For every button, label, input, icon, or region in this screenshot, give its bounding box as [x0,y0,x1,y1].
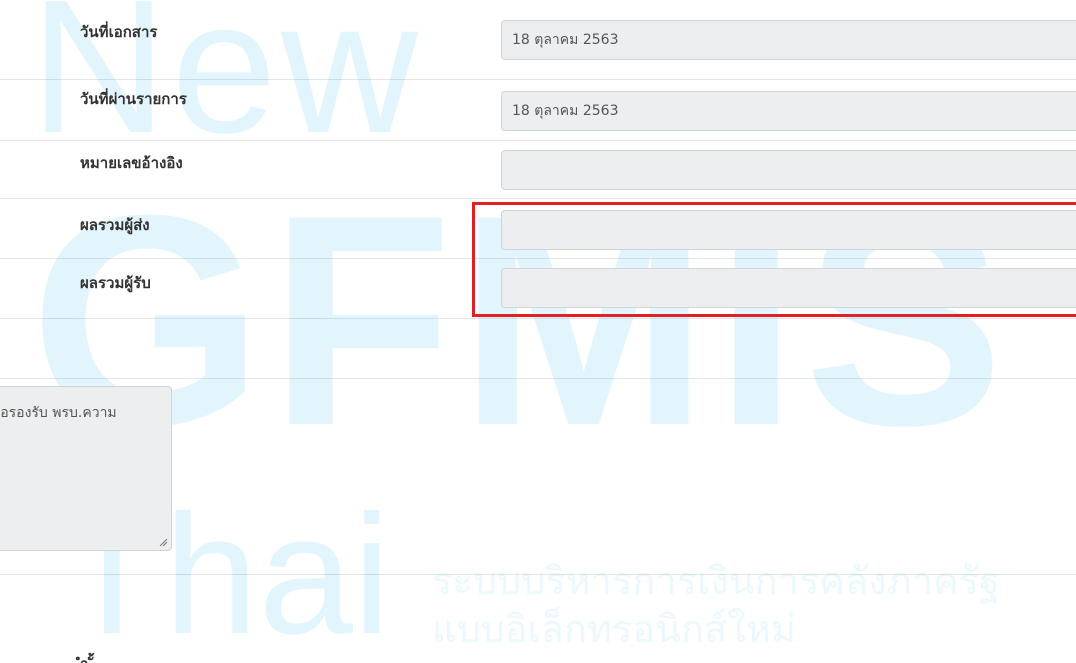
highlight-annotation-box [472,202,1076,317]
reference-number-field[interactable] [501,150,1076,190]
posting-date-field[interactable] [501,91,1076,131]
receiver-total-label: ผลรวมผู้รับ [80,274,151,292]
reference-number-label: หมายเลขอ้างอิง [80,154,183,172]
watermark-subtitle-line2: แบบอิเล็กทรอนิกส์ใหม่ [432,609,796,651]
form-page: New GFMIS Thai ระบบบริหารการเงินการคลังภ… [0,0,1076,663]
watermark-subtitle-line1: ระบบบริหารการเงินการคลังภาครัฐ [432,561,1000,603]
row-divider [0,574,1076,575]
document-date-label: วันที่เอกสาร [80,23,158,41]
document-date-field[interactable] [501,20,1076,60]
row-divider [0,198,1076,199]
row-divider [0,318,1076,319]
row-divider [0,378,1076,379]
sender-total-label: ผลรวมผู้ส่ง [80,216,150,234]
row-divider [0,79,1076,80]
remark-textarea[interactable]: พื่อรองรับ พรบ.ความ [0,386,172,551]
posting-date-label: วันที่ผ่านรายการ [80,90,187,108]
remark-text: พื่อรองรับ พรบ.ความ [0,405,117,421]
resize-grip-icon[interactable] [158,537,168,547]
row-divider [0,140,1076,141]
cut-off-field-label: ำ ั้ [80,652,93,663]
